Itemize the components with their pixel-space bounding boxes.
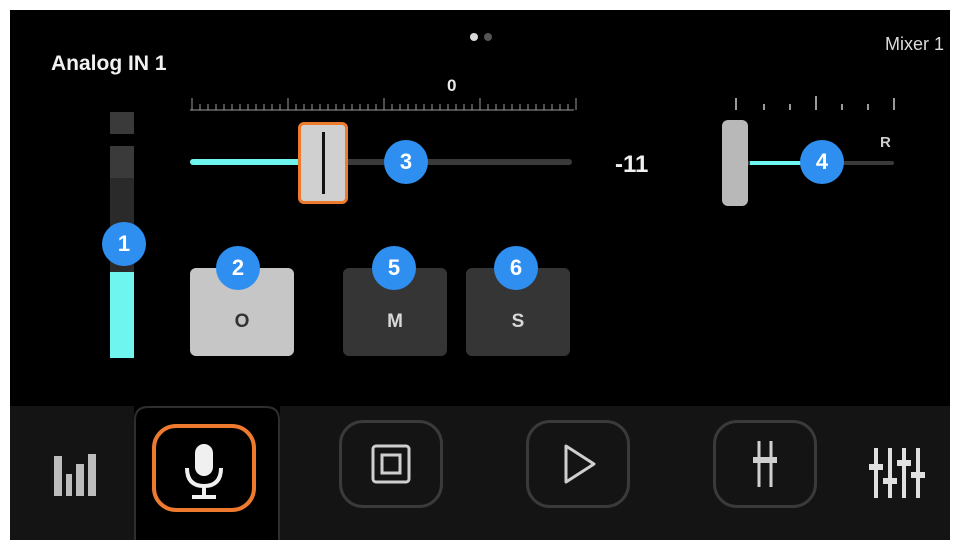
callout-badge-5: 5 <box>372 246 416 290</box>
scale-zero-label: 0 <box>447 76 457 95</box>
meter-segment <box>110 146 134 178</box>
pan-handle[interactable] <box>722 120 748 206</box>
meter-fill <box>110 272 134 358</box>
channel-name: Analog IN 1 <box>51 52 167 75</box>
fader-icon <box>753 441 777 487</box>
bar-chart-icon[interactable] <box>50 448 102 500</box>
page-dot-active[interactable] <box>470 33 478 41</box>
fader-handle-line <box>322 132 325 194</box>
callout-badge-1: 1 <box>102 222 146 266</box>
nav-play-button[interactable] <box>526 420 630 508</box>
fader-scale <box>190 98 577 111</box>
device-screen: Analog IN 1 Mixer 1 0 -11 R O M S 1 2 3 … <box>10 10 950 540</box>
fader-fill <box>190 159 306 165</box>
callout-badge-6: 6 <box>494 246 538 290</box>
meter-segment-top <box>110 112 134 134</box>
pan-right-label: R <box>880 134 891 151</box>
page-indicator[interactable] <box>470 28 498 46</box>
microphone-icon <box>185 444 223 499</box>
fader-value: -11 <box>615 151 649 178</box>
play-icon <box>564 444 596 484</box>
page-dot[interactable] <box>484 33 492 41</box>
callout-badge-3: 3 <box>384 140 428 184</box>
pan-scale <box>735 96 895 110</box>
nav-fader-button[interactable] <box>713 420 817 508</box>
mixer-sliders-icon[interactable] <box>866 442 930 502</box>
mixer-label: Mixer 1 <box>884 34 944 54</box>
callout-badge-2: 2 <box>216 246 260 290</box>
nav-frame-button[interactable] <box>339 420 443 508</box>
square-frame-icon <box>371 444 411 484</box>
fader-handle[interactable] <box>298 122 348 204</box>
callout-badge-4: 4 <box>800 140 844 184</box>
nav-microphone-button[interactable] <box>152 424 256 512</box>
